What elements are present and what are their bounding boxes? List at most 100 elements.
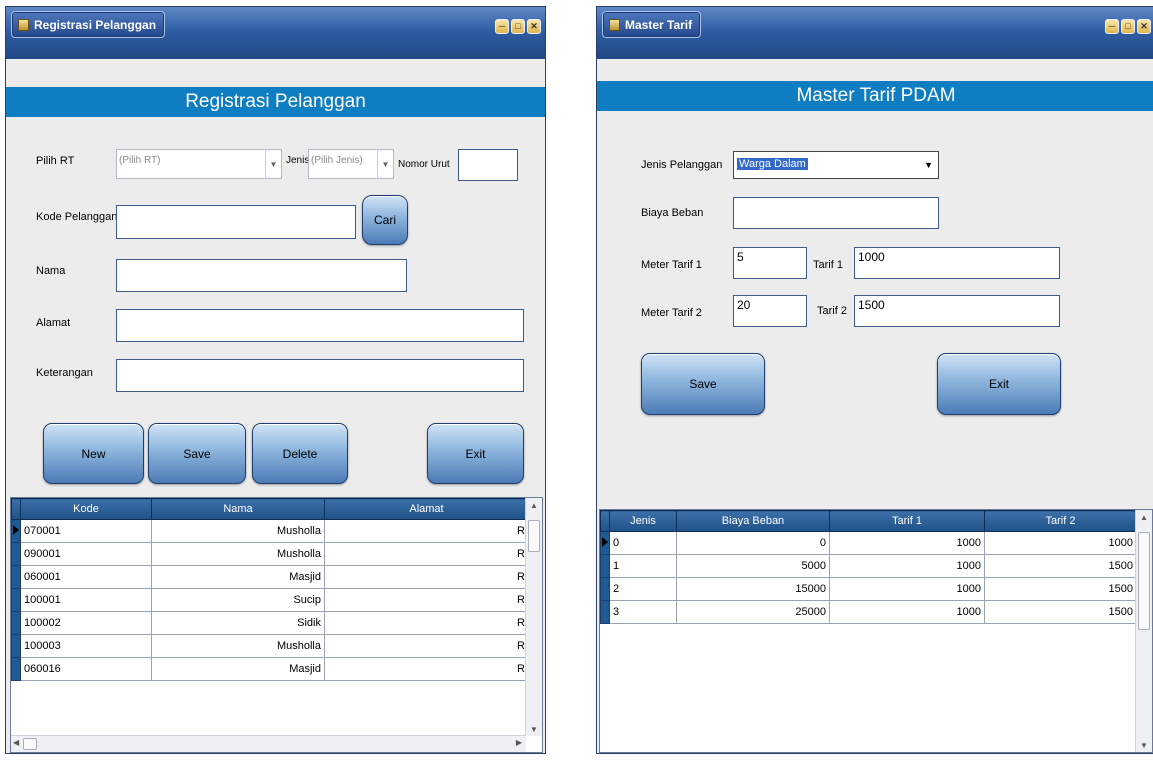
window-tab[interactable]: Registrasi Pelanggan	[11, 11, 166, 38]
scroll-down-icon[interactable]: ▼	[526, 722, 542, 736]
vertical-scrollbar[interactable]: ▲ ▼	[1135, 510, 1152, 752]
row-indicator[interactable]	[600, 600, 610, 624]
keterangan-field[interactable]	[116, 359, 524, 392]
cell-nama[interactable]: Sucip	[151, 588, 325, 612]
table-row[interactable]: 060016 Masjid R	[11, 657, 529, 681]
cell-jenis[interactable]: 0	[609, 531, 677, 555]
column-header-alamat[interactable]: Alamat	[324, 498, 529, 520]
cell-kode[interactable]: 070001	[20, 519, 152, 543]
cell-biaya-beban[interactable]: 15000	[676, 577, 830, 601]
table-row[interactable]: 3 25000 1000 1500	[600, 600, 1137, 624]
table-row[interactable]: 100002 Sidik R	[11, 611, 529, 635]
delete-button[interactable]: Delete	[252, 423, 348, 484]
row-indicator[interactable]	[11, 542, 21, 566]
scroll-up-icon[interactable]: ▲	[1136, 510, 1152, 524]
row-indicator[interactable]	[600, 577, 610, 601]
cell-kode[interactable]: 090001	[20, 542, 152, 566]
scroll-thumb[interactable]	[1138, 532, 1150, 630]
cell-kode[interactable]: 060001	[20, 565, 152, 589]
cell-tarif-1[interactable]: 1000	[829, 600, 985, 624]
kode-pelanggan-field[interactable]	[116, 205, 356, 239]
column-header-tarif-1[interactable]: Tarif 1	[829, 510, 985, 532]
meter-tarif-1-field[interactable]: 5	[733, 247, 807, 279]
minimize-icon[interactable]: ─	[1105, 19, 1119, 34]
save-button[interactable]: Save	[148, 423, 246, 484]
meter-tarif-2-field[interactable]: 20	[733, 295, 807, 327]
restore-icon[interactable]: □	[1121, 19, 1135, 34]
cell-biaya-beban[interactable]: 25000	[676, 600, 830, 624]
biaya-beban-field[interactable]	[733, 197, 939, 229]
nomor-urut-field[interactable]	[458, 149, 518, 181]
new-button[interactable]: New	[43, 423, 144, 484]
table-row[interactable]: 060001 Masjid R	[11, 565, 529, 589]
cell-nama[interactable]: Musholla	[151, 634, 325, 658]
scroll-right-icon[interactable]: ▶	[516, 738, 522, 747]
exit-button[interactable]: Exit	[427, 423, 524, 484]
restore-icon[interactable]: □	[511, 19, 525, 34]
column-header-tarif-2[interactable]: Tarif 2	[984, 510, 1137, 532]
table-row[interactable]: 2 15000 1000 1500	[600, 577, 1137, 601]
close-icon[interactable]: ✕	[527, 19, 541, 34]
vertical-scrollbar[interactable]: ▲ ▼	[525, 498, 542, 736]
cell-kode[interactable]: 060016	[20, 657, 152, 681]
row-indicator[interactable]	[600, 531, 610, 555]
save-button[interactable]: Save	[641, 353, 765, 415]
cell-nama[interactable]: Musholla	[151, 542, 325, 566]
cell-nama[interactable]: Masjid	[151, 565, 325, 589]
scroll-left-icon[interactable]: ◀	[13, 738, 19, 747]
jenis-select[interactable]: (Pilih Jenis) ▼	[308, 149, 394, 179]
cell-biaya-beban[interactable]: 0	[676, 531, 830, 555]
cell-nama[interactable]: Masjid	[151, 657, 325, 681]
cell-nama[interactable]: Musholla	[151, 519, 325, 543]
minimize-icon[interactable]: ─	[495, 19, 509, 34]
cell-alamat[interactable]: R	[324, 611, 529, 635]
cell-tarif-2[interactable]: 1500	[984, 577, 1137, 601]
row-indicator[interactable]	[11, 611, 21, 635]
scroll-thumb[interactable]	[528, 520, 540, 552]
cell-tarif-2[interactable]: 1500	[984, 600, 1137, 624]
cell-tarif-1[interactable]: 1000	[829, 577, 985, 601]
close-icon[interactable]: ✕	[1137, 19, 1151, 34]
chevron-down-icon[interactable]: ▼	[924, 160, 933, 170]
cell-biaya-beban[interactable]: 5000	[676, 554, 830, 578]
cell-kode[interactable]: 100003	[20, 634, 152, 658]
cell-jenis[interactable]: 2	[609, 577, 677, 601]
column-header-nama[interactable]: Nama	[151, 498, 325, 520]
cell-tarif-2[interactable]: 1500	[984, 554, 1137, 578]
cell-tarif-1[interactable]: 1000	[829, 554, 985, 578]
table-row[interactable]: 100001 Sucip R	[11, 588, 529, 612]
row-indicator[interactable]	[11, 657, 21, 681]
column-header-biaya-beban[interactable]: Biaya Beban	[676, 510, 830, 532]
horizontal-scrollbar[interactable]: ◀ ▶	[11, 735, 526, 752]
table-row[interactable]: 1 5000 1000 1500	[600, 554, 1137, 578]
table-row[interactable]: 090001 Musholla R	[11, 542, 529, 566]
cell-alamat[interactable]: R	[324, 542, 529, 566]
cell-kode[interactable]: 100001	[20, 588, 152, 612]
chevron-down-icon[interactable]: ▼	[265, 150, 281, 178]
row-indicator[interactable]	[11, 519, 21, 543]
jenis-pelanggan-select[interactable]: Warga Dalam ▼	[733, 151, 939, 179]
table-row[interactable]: 0 0 1000 1000	[600, 531, 1137, 555]
cell-kode[interactable]: 100002	[20, 611, 152, 635]
row-indicator[interactable]	[600, 554, 610, 578]
column-header-jenis[interactable]: Jenis	[609, 510, 677, 532]
title-bar[interactable]: Master Tarif ─ □ ✕	[597, 7, 1153, 59]
window-tab[interactable]: Master Tarif	[602, 11, 702, 38]
scroll-up-icon[interactable]: ▲	[526, 498, 542, 512]
scroll-thumb[interactable]	[23, 738, 37, 750]
alamat-field[interactable]	[116, 309, 524, 342]
table-row[interactable]: 100003 Musholla R	[11, 634, 529, 658]
row-indicator[interactable]	[11, 634, 21, 658]
title-bar[interactable]: Registrasi Pelanggan ─ □ ✕	[6, 7, 545, 59]
cell-alamat[interactable]: R	[324, 519, 529, 543]
tarif-2-field[interactable]: 1500	[854, 295, 1060, 327]
tarif-1-field[interactable]: 1000	[854, 247, 1060, 279]
cell-alamat[interactable]: R	[324, 565, 529, 589]
pilih-rt-select[interactable]: (Pilih RT) ▼	[116, 149, 282, 179]
chevron-down-icon[interactable]: ▼	[377, 150, 393, 178]
row-indicator[interactable]	[11, 588, 21, 612]
cell-alamat[interactable]: R	[324, 634, 529, 658]
cell-jenis[interactable]: 3	[609, 600, 677, 624]
column-header-kode[interactable]: Kode	[20, 498, 152, 520]
cell-jenis[interactable]: 1	[609, 554, 677, 578]
